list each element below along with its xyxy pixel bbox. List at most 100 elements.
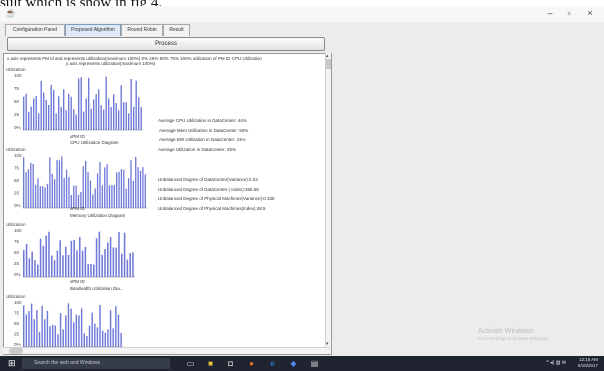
tick-label: 25 (14, 112, 20, 117)
utilization-bar (113, 94, 115, 130)
store-icon[interactable]: ◘ (226, 359, 235, 368)
utilization-bar (118, 232, 120, 277)
utilization-bar (106, 164, 108, 208)
utilization-bar (38, 113, 40, 130)
tab-proposed-algorithm[interactable]: Proposed Algorithm (65, 24, 121, 36)
windows-start-icon[interactable]: ⊞ (8, 359, 17, 368)
utilization-bar (73, 109, 75, 130)
java-icon: ☕ (5, 8, 17, 18)
utilization-bar (129, 253, 131, 277)
utilization-bar (104, 167, 106, 208)
clock[interactable]: 12:15 AM 5/15/2017 (578, 357, 598, 370)
utilization-bar (99, 161, 101, 208)
utilization-bar (59, 313, 62, 347)
utilization-bar (95, 238, 98, 277)
vertical-scroll-thumb[interactable] (326, 59, 331, 69)
utilization-bar (83, 333, 85, 347)
utilization-bar (128, 113, 130, 130)
utilization-bar (44, 187, 46, 208)
results-panel[interactable]: x axis represents PM id and represents u… (3, 53, 332, 355)
utilization-bar (49, 326, 51, 347)
utilization-bar (57, 334, 59, 347)
overall-utilization-chart: 1007550250% (14, 300, 123, 348)
maximize-button[interactable]: ▫ (561, 7, 577, 20)
close-button[interactable]: × (582, 7, 598, 20)
tick-label: 100 (14, 300, 22, 305)
cpu-utilization-chart: 100 75 50 25 0% (14, 73, 143, 131)
edge-icon[interactable]: e (268, 359, 277, 368)
utilization-bar (78, 315, 80, 347)
system-tray-icons[interactable]: ^ ◂) ▥ ✉ (546, 360, 566, 366)
utilization-bar (132, 180, 135, 208)
minimize-button[interactable]: – (542, 7, 558, 20)
java-icon[interactable]: ◆ (289, 359, 298, 368)
utilization-bar (120, 85, 122, 130)
utilization-bar (91, 312, 93, 347)
utilization-bar (80, 77, 82, 130)
tab-configuration-panel[interactable]: Configuration Panel (5, 24, 65, 36)
task-view-icon[interactable]: ▭ (186, 359, 195, 368)
utilization-bar (93, 264, 95, 277)
utilization-bar (108, 185, 111, 208)
utilization-bar (23, 250, 25, 277)
utilization-bar (39, 186, 42, 208)
utilization-bar (105, 76, 107, 130)
utilization-bar (70, 96, 72, 130)
utilization-bar (62, 329, 64, 347)
utilization-bar (30, 106, 32, 130)
utilization-bar (96, 327, 99, 347)
tick-label: 0% (14, 272, 21, 277)
utilization-bar (32, 163, 34, 208)
vertical-scrollbar[interactable]: ▴ ▾ (325, 53, 331, 353)
utilization-bar (23, 96, 25, 130)
utilization-bar (120, 333, 122, 347)
utilization-bar (50, 84, 52, 130)
utilization-bar (34, 260, 36, 277)
utilization-bar (144, 174, 146, 208)
utilization-bar (132, 252, 134, 277)
utilization-bar (92, 194, 94, 208)
tick-label: 25 (14, 191, 20, 196)
horizontal-scrollbar[interactable] (3, 347, 330, 354)
horizontal-scroll-thumb[interactable] (9, 348, 23, 354)
utilization-bar (138, 97, 140, 130)
utilization-bar (28, 258, 31, 277)
app-window: ☕ – ▫ × Configuration Panel Proposed Alg… (0, 6, 604, 356)
utilization-bar (98, 231, 101, 277)
utilization-bar (54, 179, 56, 208)
utilization-bar (85, 98, 87, 130)
firefox-icon[interactable]: ● (247, 359, 256, 368)
utilization-bar (46, 183, 49, 208)
utilization-bar (58, 160, 61, 208)
taskbar: ⊞ Search the web and Windows ▭ ■ ◘ ● e ◆… (0, 356, 604, 371)
utilization-bar (107, 242, 109, 277)
stat-line: Unbalanced Degree of Physical Machines(I… (158, 206, 266, 211)
taskbar-search-input[interactable]: Search the web and Windows (22, 358, 170, 369)
tick-label: 75 (14, 239, 20, 244)
utilization-bar (65, 169, 68, 208)
utilization-bar (123, 102, 125, 130)
utilization-bar (33, 319, 35, 347)
utilization-bar (65, 110, 67, 130)
utilization-bar (70, 308, 72, 347)
utilization-bar (37, 264, 39, 277)
tick-label: 100 (14, 153, 22, 158)
tick-label: 25 (14, 332, 20, 337)
file-explorer-icon[interactable]: ■ (206, 359, 215, 368)
utilization-bar (101, 330, 104, 347)
utilization-bar (78, 78, 80, 130)
notes-icon[interactable]: ▤ (310, 359, 319, 368)
utilization-bar (115, 306, 117, 347)
utilization-bar (88, 325, 91, 347)
utilization-bar (123, 232, 126, 277)
utilization-bar (82, 166, 84, 208)
tab-round-robin[interactable]: Round Robin (121, 24, 163, 36)
utilization-bar (55, 113, 57, 130)
utilization-bar (125, 188, 127, 208)
process-button[interactable]: Process (7, 37, 325, 51)
activation-watermark: Activate Windows Go to Settings to activ… (478, 328, 549, 342)
tab-result[interactable]: Result (163, 24, 190, 36)
utilization-bar (30, 303, 33, 347)
utilization-bar (41, 305, 43, 347)
utilization-bar (45, 99, 47, 130)
